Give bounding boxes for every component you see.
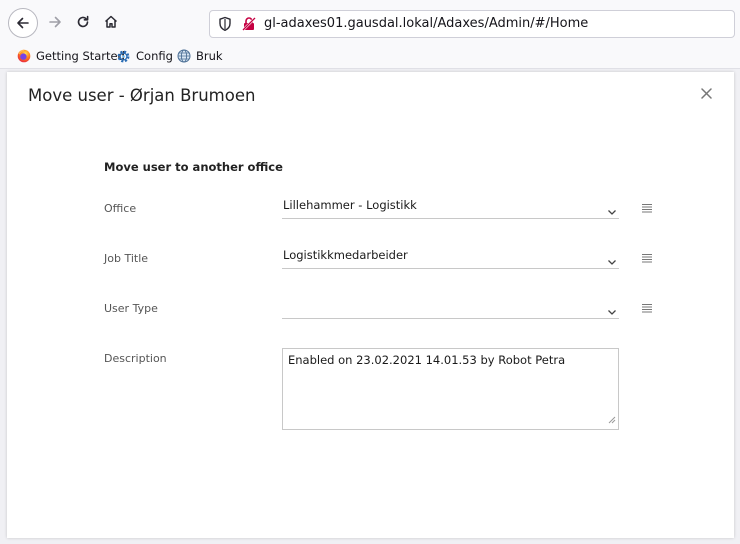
bookmark-getting-started[interactable]: Getting Started bbox=[17, 47, 125, 65]
list-icon bbox=[642, 254, 652, 263]
close-button[interactable] bbox=[697, 84, 715, 102]
shield-icon[interactable] bbox=[218, 16, 232, 36]
resize-grip-icon[interactable] bbox=[608, 413, 616, 427]
job-title-value: Logistikkmedarbeider bbox=[283, 248, 408, 262]
list-icon bbox=[642, 304, 652, 313]
section-heading: Move user to another office bbox=[104, 160, 283, 174]
bookmark-config[interactable]: Config bbox=[116, 47, 173, 65]
home-button[interactable] bbox=[96, 7, 126, 37]
bookmarks-bar: Getting Started Config Bruk bbox=[0, 44, 740, 69]
bookmark-label: Bruk bbox=[196, 49, 223, 63]
user-type-select[interactable] bbox=[282, 296, 619, 319]
user-type-browse-button[interactable] bbox=[641, 302, 653, 314]
url-text: gl-adaxes01.gausdal.lokal/Adaxes/Admin/#… bbox=[264, 16, 589, 31]
description-value: Enabled on 23.02.2021 14.01.53 by Robot … bbox=[288, 353, 566, 367]
job-title-browse-button[interactable] bbox=[641, 252, 653, 264]
office-value: Lillehammer - Logistikk bbox=[283, 198, 417, 212]
office-browse-button[interactable] bbox=[641, 202, 653, 214]
forward-button[interactable] bbox=[40, 7, 70, 37]
description-label: Description bbox=[104, 352, 167, 365]
bookmark-label: Getting Started bbox=[36, 49, 125, 63]
chevron-down-icon[interactable] bbox=[607, 202, 617, 221]
arrow-right-icon bbox=[49, 16, 61, 28]
dialog-title: Move user - Ørjan Brumoen bbox=[28, 86, 256, 105]
address-bar[interactable]: gl-adaxes01.gausdal.lokal/Adaxes/Admin/#… bbox=[209, 10, 735, 38]
list-icon bbox=[642, 204, 652, 213]
office-label: Office bbox=[104, 202, 137, 215]
bookmark-bruk[interactable]: Bruk bbox=[177, 47, 223, 65]
job-title-select[interactable]: Logistikkmedarbeider bbox=[282, 246, 619, 269]
description-textarea[interactable]: Enabled on 23.02.2021 14.01.53 by Robot … bbox=[282, 348, 619, 430]
close-icon bbox=[700, 87, 712, 99]
back-button[interactable] bbox=[8, 8, 38, 38]
chevron-down-icon[interactable] bbox=[607, 252, 617, 271]
home-icon bbox=[104, 15, 118, 28]
job-title-label: Job Title bbox=[104, 252, 149, 265]
move-user-dialog: Move user - Ørjan Brumoen Move user to a… bbox=[7, 72, 734, 538]
insecure-lock-icon[interactable] bbox=[241, 16, 257, 36]
arrow-left-icon bbox=[17, 17, 29, 29]
bookmark-label: Config bbox=[136, 49, 173, 63]
gear-icon bbox=[117, 50, 130, 62]
office-select[interactable]: Lillehammer - Logistikk bbox=[282, 196, 619, 219]
user-type-label: User Type bbox=[104, 302, 158, 315]
browser-toolbar: gl-adaxes01.gausdal.lokal/Adaxes/Admin/#… bbox=[0, 0, 740, 44]
chevron-down-icon[interactable] bbox=[607, 302, 617, 321]
reload-icon bbox=[77, 15, 89, 28]
firefox-icon bbox=[17, 49, 31, 63]
globe-icon bbox=[177, 49, 191, 63]
reload-button[interactable] bbox=[68, 7, 98, 37]
